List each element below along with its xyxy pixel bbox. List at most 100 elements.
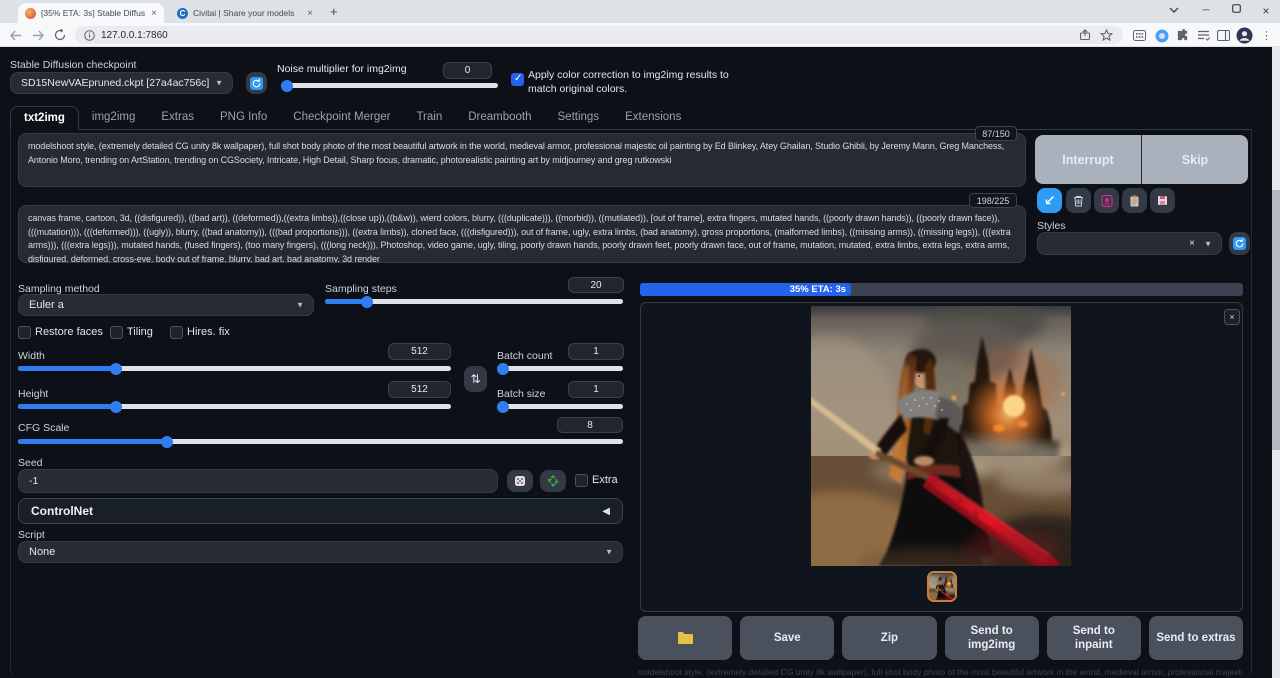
tab-dreambooth[interactable]: Dreambooth <box>455 106 544 129</box>
batch-size-slider[interactable] <box>497 404 623 409</box>
tab-txt2img[interactable]: txt2img <box>10 106 79 130</box>
sampling-method-dropdown[interactable]: Euler a ▼ <box>18 294 314 316</box>
tab-checkpoint-merger[interactable]: Checkpoint Merger <box>280 106 403 129</box>
civitai-favicon: C <box>177 8 188 19</box>
profile-avatar[interactable] <box>1236 27 1253 44</box>
extensions-puzzle-icon[interactable] <box>1174 27 1191 44</box>
chevron-down-icon: ▼ <box>296 301 304 310</box>
window-maximize-button[interactable] <box>1222 2 1250 20</box>
browser-tab-title: Civitai | Share your models <box>193 8 301 18</box>
back-icon[interactable] <box>6 26 24 44</box>
address-bar[interactable]: 127.0.0.1:7860 <box>75 26 1123 44</box>
sampling-steps-label: Sampling steps <box>325 283 397 295</box>
noise-multiplier-slider[interactable] <box>281 83 498 88</box>
height-label: Height <box>18 388 48 400</box>
sampling-steps-value[interactable]: 20 <box>568 277 624 293</box>
cfg-scale-value[interactable]: 8 <box>557 417 623 433</box>
height-slider[interactable] <box>18 404 451 409</box>
reading-list-icon[interactable] <box>1195 27 1212 44</box>
apply-styles-button[interactable] <box>1122 188 1147 213</box>
interrupt-button[interactable]: Interrupt <box>1035 135 1141 184</box>
tab-train[interactable]: Train <box>403 106 455 129</box>
save-button[interactable]: Save <box>740 616 834 660</box>
styles-label: Styles <box>1037 220 1066 232</box>
generated-image[interactable] <box>811 306 1071 566</box>
zip-button[interactable]: Zip <box>842 616 936 660</box>
sampling-steps-slider[interactable] <box>325 299 623 304</box>
browser-tab-civitai[interactable]: C Civitai | Share your models × <box>170 3 320 23</box>
new-tab-button[interactable]: + <box>330 4 338 19</box>
batch-size-label: Batch size <box>497 388 545 400</box>
share-icon[interactable] <box>1079 29 1091 41</box>
show-extra-networks-button[interactable] <box>1094 188 1119 213</box>
extension-badge-icon[interactable] <box>1153 27 1170 44</box>
refresh-checkpoint-button[interactable] <box>246 72 267 94</box>
color-correction-checkbox[interactable] <box>511 73 524 86</box>
side-panel-icon[interactable] <box>1215 27 1232 44</box>
swap-width-height-button[interactable]: ⇅ <box>464 366 487 392</box>
batch-count-value[interactable]: 1 <box>568 343 624 360</box>
interrupt-skip-group: Interrupt Skip <box>1035 135 1248 184</box>
noise-multiplier-value[interactable]: 0 <box>443 62 492 79</box>
restore-faces-checkbox[interactable] <box>18 326 31 339</box>
browser-menu-icon[interactable]: ⋮ <box>1258 27 1275 44</box>
seed-input[interactable]: -1 <box>18 469 498 493</box>
batch-size-value[interactable]: 1 <box>568 381 624 398</box>
save-style-button[interactable] <box>1150 188 1175 213</box>
tab-settings[interactable]: Settings <box>545 106 613 129</box>
checkpoint-dropdown[interactable]: SD15NewVAEpruned.ckpt [27a4ac756c] ▼ <box>10 72 233 94</box>
tab-close-icon[interactable]: × <box>307 8 313 19</box>
script-dropdown[interactable]: None ▼ <box>18 541 623 563</box>
width-slider[interactable] <box>18 366 451 371</box>
tab-close-icon[interactable]: × <box>151 8 157 19</box>
hires-fix-checkbox[interactable] <box>170 326 183 339</box>
open-folder-button[interactable] <box>638 616 732 660</box>
checkpoint-label: Stable Diffusion checkpoint <box>10 59 136 71</box>
window-chevron-icon[interactable] <box>1160 2 1188 20</box>
clear-styles-icon[interactable]: × <box>1189 238 1195 249</box>
prompt-token-counter: 87/150 <box>975 126 1017 141</box>
styles-dropdown[interactable]: × ▼ <box>1037 232 1222 255</box>
apps-grid-icon[interactable] <box>1131 27 1148 44</box>
extra-seed-checkbox[interactable] <box>575 474 588 487</box>
send-to-inpaint-button[interactable]: Send to inpaint <box>1047 616 1141 660</box>
hires-fix-label: Hires. fix <box>187 326 230 338</box>
forward-icon[interactable] <box>29 26 47 44</box>
prompt-textarea[interactable]: modelshoot style, (extremely detailed CG… <box>18 133 1026 187</box>
color-correction-label: Apply color correction to img2img result… <box>528 68 733 96</box>
send-to-extras-button[interactable]: Send to extras <box>1149 616 1243 660</box>
page-scrollbar-thumb[interactable] <box>1272 190 1280 450</box>
skip-button[interactable]: Skip <box>1142 135 1248 184</box>
refresh-styles-button[interactable] <box>1229 232 1250 255</box>
tab-extras[interactable]: Extras <box>148 106 207 129</box>
progress-bar-fill: 35% ETA: 3s <box>640 283 851 296</box>
window-minimize-button[interactable]: ─ <box>1192 2 1220 20</box>
browser-toolbar: 127.0.0.1:7860 ⋮ <box>0 23 1280 47</box>
site-info-icon[interactable] <box>84 30 95 41</box>
clear-prompt-button[interactable] <box>1066 188 1091 213</box>
width-value[interactable]: 512 <box>388 343 451 360</box>
close-image-button[interactable]: × <box>1224 309 1240 325</box>
chevron-down-icon: ▼ <box>1204 239 1212 248</box>
send-to-img2img-button[interactable]: Send to img2img <box>945 616 1039 660</box>
controlnet-accordion[interactable]: ControlNet ◀ <box>18 498 623 524</box>
random-seed-dice-button[interactable] <box>507 470 533 492</box>
tab-png-info[interactable]: PNG Info <box>207 106 280 129</box>
negative-prompt-textarea[interactable]: canvas frame, cartoon, 3d, ((disfigured)… <box>18 205 1026 263</box>
height-value[interactable]: 512 <box>388 381 451 398</box>
tab-img2img[interactable]: img2img <box>79 106 148 129</box>
image-thumbnail[interactable] <box>927 571 957 602</box>
batch-count-slider[interactable] <box>497 366 623 371</box>
cfg-scale-label: CFG Scale <box>18 422 69 434</box>
window-close-button[interactable]: × <box>1252 2 1280 20</box>
reload-icon[interactable] <box>51 26 69 44</box>
paste-generation-params-button[interactable] <box>1037 188 1062 213</box>
accordion-collapse-icon: ◀ <box>602 506 610 517</box>
reuse-seed-recycle-button[interactable] <box>540 470 566 492</box>
tab-extensions[interactable]: Extensions <box>612 106 694 129</box>
browser-tab-stable-diffusion[interactable]: [35% ETA: 3s] Stable Diffusion × <box>18 3 164 23</box>
bookmark-star-icon[interactable] <box>1100 29 1113 42</box>
tiling-checkbox[interactable] <box>110 326 123 339</box>
cfg-scale-slider[interactable] <box>18 439 623 444</box>
tiling-label: Tiling <box>127 326 153 338</box>
